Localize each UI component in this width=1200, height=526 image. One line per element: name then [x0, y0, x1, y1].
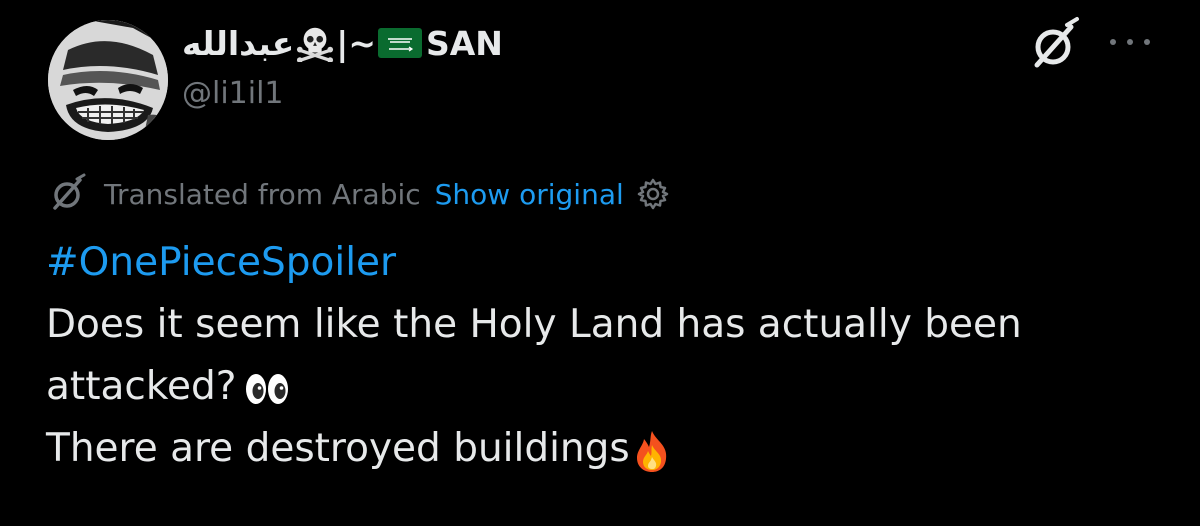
more-dot	[1144, 39, 1150, 45]
display-name-latin: SAN	[425, 23, 503, 63]
user-handle[interactable]: @li1il1	[182, 76, 284, 111]
skull-crossbones-icon	[297, 27, 334, 62]
grok-icon[interactable]	[1023, 15, 1085, 77]
eyes-emoji-icon	[246, 373, 289, 404]
grok-translate-icon	[53, 173, 86, 210]
more-dot	[1127, 39, 1133, 45]
more-dot	[1110, 39, 1116, 45]
hashtag-link[interactable]: #OnePieceSpoiler	[46, 240, 396, 285]
display-name[interactable]: عبدالله |~ SAN	[182, 20, 503, 66]
tweet-line-1: Does it seem like the Holy Land has actu…	[46, 302, 1022, 347]
tweet-text: #OnePieceSpoiler Does it seem like the H…	[46, 232, 1166, 480]
avatar-image	[48, 20, 168, 140]
translated-from-label: Translated from Arabic	[104, 177, 421, 211]
settings-gear-icon[interactable]	[636, 177, 670, 211]
more-options-icon[interactable]	[1110, 30, 1150, 54]
saudi-arabia-flag-icon	[377, 28, 422, 58]
tweet-line-2: attacked?	[46, 364, 237, 409]
tweet-line-3: There are destroyed buildings	[46, 426, 630, 471]
show-original-link[interactable]: Show original	[435, 178, 624, 211]
avatar[interactable]	[48, 20, 168, 140]
translation-bar: Translated from Arabic Show original	[46, 172, 670, 216]
fire-emoji-icon	[636, 430, 666, 472]
display-name-arabic: عبدالله	[182, 23, 295, 63]
tweet-card: عبدالله |~ SAN @li1il1 Translated from A…	[0, 0, 1200, 526]
display-name-separator: |~	[336, 23, 376, 63]
